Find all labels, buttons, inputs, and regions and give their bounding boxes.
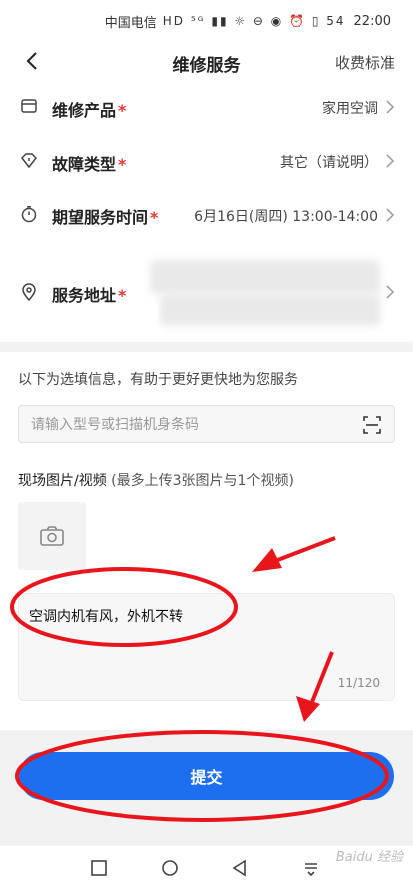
photo-upload-button[interactable] — [18, 502, 86, 570]
fault-value: 其它（请说明） — [280, 155, 378, 171]
model-input[interactable]: 请输入型号或扫描机身条码 — [18, 405, 395, 443]
box-icon — [21, 99, 37, 113]
product-row[interactable]: 维修产品 * 家用空调 — [0, 80, 413, 132]
carrier-label: 中国电信 — [104, 15, 157, 31]
optional-hint: 以下为选填信息，有助于更好更快地为您服务 — [18, 372, 298, 388]
chevron-right-icon — [386, 285, 395, 299]
home-icon[interactable] — [161, 859, 179, 877]
status-icons: HD ⁵ᴳ ▮▮ ☼ ⊖ ◉ ⏰ ▯ 54 — [162, 14, 346, 28]
optional-info-section: 以下为选填信息，有助于更好更快地为您服务 请输入型号或扫描机身条码 现场图片/视… — [0, 352, 413, 730]
location-pin-icon — [22, 283, 36, 301]
camera-icon — [40, 526, 64, 546]
menu-down-icon[interactable] — [302, 859, 320, 877]
back-triangle-icon[interactable] — [231, 859, 249, 877]
redacted-address — [150, 260, 380, 294]
form-card: 维修产品 * 家用空调 故障类型 * 其它（请说明） 期望服务时间 * 6月16日(周… — [0, 80, 413, 342]
product-label: 维修产品 * — [52, 101, 127, 120]
submit-button[interactable]: 提交 — [19, 752, 394, 800]
diamond-icon — [21, 153, 37, 169]
chevron-right-icon — [386, 208, 395, 222]
chevron-right-icon — [386, 100, 395, 114]
address-row[interactable]: 服务地址 * — [0, 248, 413, 334]
service-time-value: 6月16日(周四) 13:00-14:00 — [194, 209, 378, 225]
address-label: 服务地址 * — [52, 286, 127, 305]
fee-standard-link[interactable]: 收费标准 — [335, 52, 395, 73]
char-counter: 11/120 — [337, 676, 380, 690]
redacted-address-line2 — [160, 294, 380, 326]
description-textarea[interactable]: 空调内机有风，外机不转 11/120 — [18, 593, 395, 701]
media-section-title: 现场图片/视频 (最多上传3张图片与1个视频) — [18, 473, 294, 489]
service-time-row[interactable]: 期望服务时间 * 6月16日(周四) 13:00-14:00 — [0, 190, 413, 240]
clock: 22:00 — [353, 13, 391, 29]
status-bar: 中国电信 HD ⁵ᴳ ▮▮ ☼ ⊖ ◉ ⏰ ▯ 54 22:00 — [0, 0, 413, 42]
description-text: 空调内机有风，外机不转 — [29, 609, 183, 625]
stopwatch-icon — [21, 206, 37, 223]
fault-row[interactable]: 故障类型 * 其它（请说明） — [0, 136, 413, 186]
scan-icon[interactable] — [362, 415, 382, 435]
service-time-label: 期望服务时间 * — [52, 208, 159, 227]
system-nav-bar: Baidu 经验 — [0, 846, 413, 889]
watermark: Baidu 经验 — [335, 850, 403, 865]
nav-bar: 维修服务 收费标准 — [0, 42, 413, 80]
recent-apps-icon[interactable] — [90, 859, 108, 877]
fault-label: 故障类型 * — [52, 155, 127, 174]
model-input-placeholder: 请输入型号或扫描机身条码 — [31, 417, 199, 433]
product-value: 家用空调 — [322, 101, 378, 117]
chevron-right-icon — [386, 154, 395, 168]
